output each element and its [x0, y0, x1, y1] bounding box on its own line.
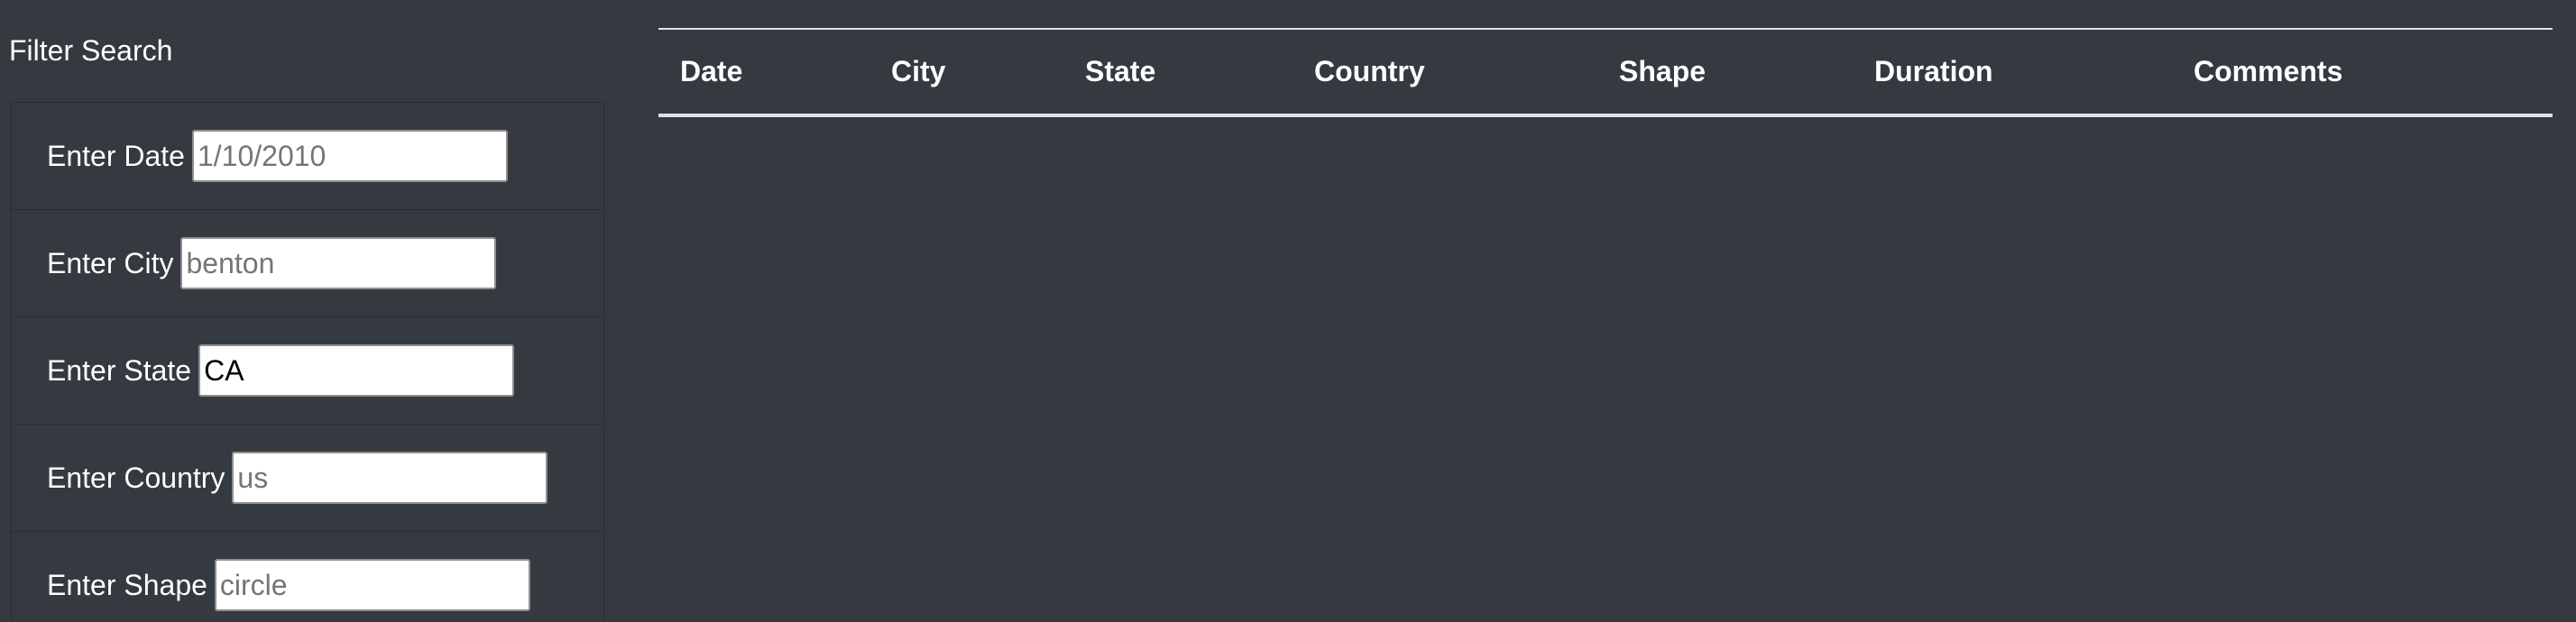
date-filter-label: Enter Date [47, 139, 185, 172]
filter-item-country: Enter Country [12, 424, 603, 531]
column-header-duration: Duration [1874, 55, 1993, 87]
column-header-comments: Comments [2194, 55, 2343, 87]
results-table-container: Date City State Country Shape Duration C… [658, 28, 2553, 117]
filter-list: Enter Date Enter City Enter State Enter … [11, 102, 604, 622]
state-filter-label: Enter State [47, 353, 192, 387]
country-filter-input[interactable] [232, 452, 548, 504]
shape-filter-label: Enter Shape [47, 568, 207, 601]
results-table: Date City State Country Shape Duration C… [658, 28, 2553, 117]
filter-sidebar: Filter Search Enter Date Enter City Ente… [0, 0, 613, 622]
filter-item-date: Enter Date [12, 102, 603, 209]
date-filter-input[interactable] [191, 130, 508, 182]
country-filter-label: Enter Country [47, 461, 225, 494]
city-filter-label: Enter City [47, 246, 174, 279]
shape-filter-input[interactable] [214, 559, 530, 611]
column-header-date: Date [680, 55, 743, 87]
column-header-shape: Shape [1619, 55, 1707, 87]
page: Filter Search Enter Date Enter City Ente… [0, 0, 2576, 622]
column-header-country: Country [1314, 55, 1425, 87]
city-filter-input[interactable] [180, 237, 497, 289]
column-header-state: State [1085, 55, 1156, 87]
column-header-city: City [891, 55, 946, 87]
table-header: Date City State Country Shape Duration C… [658, 29, 2553, 115]
filter-item-shape: Enter Shape [12, 531, 603, 622]
state-filter-input[interactable] [198, 344, 515, 397]
table-header-row: Date City State Country Shape Duration C… [658, 29, 2553, 115]
filter-item-city: Enter City [12, 209, 603, 316]
filter-item-state: Enter State [12, 316, 603, 424]
filter-title: Filter Search [9, 34, 173, 67]
